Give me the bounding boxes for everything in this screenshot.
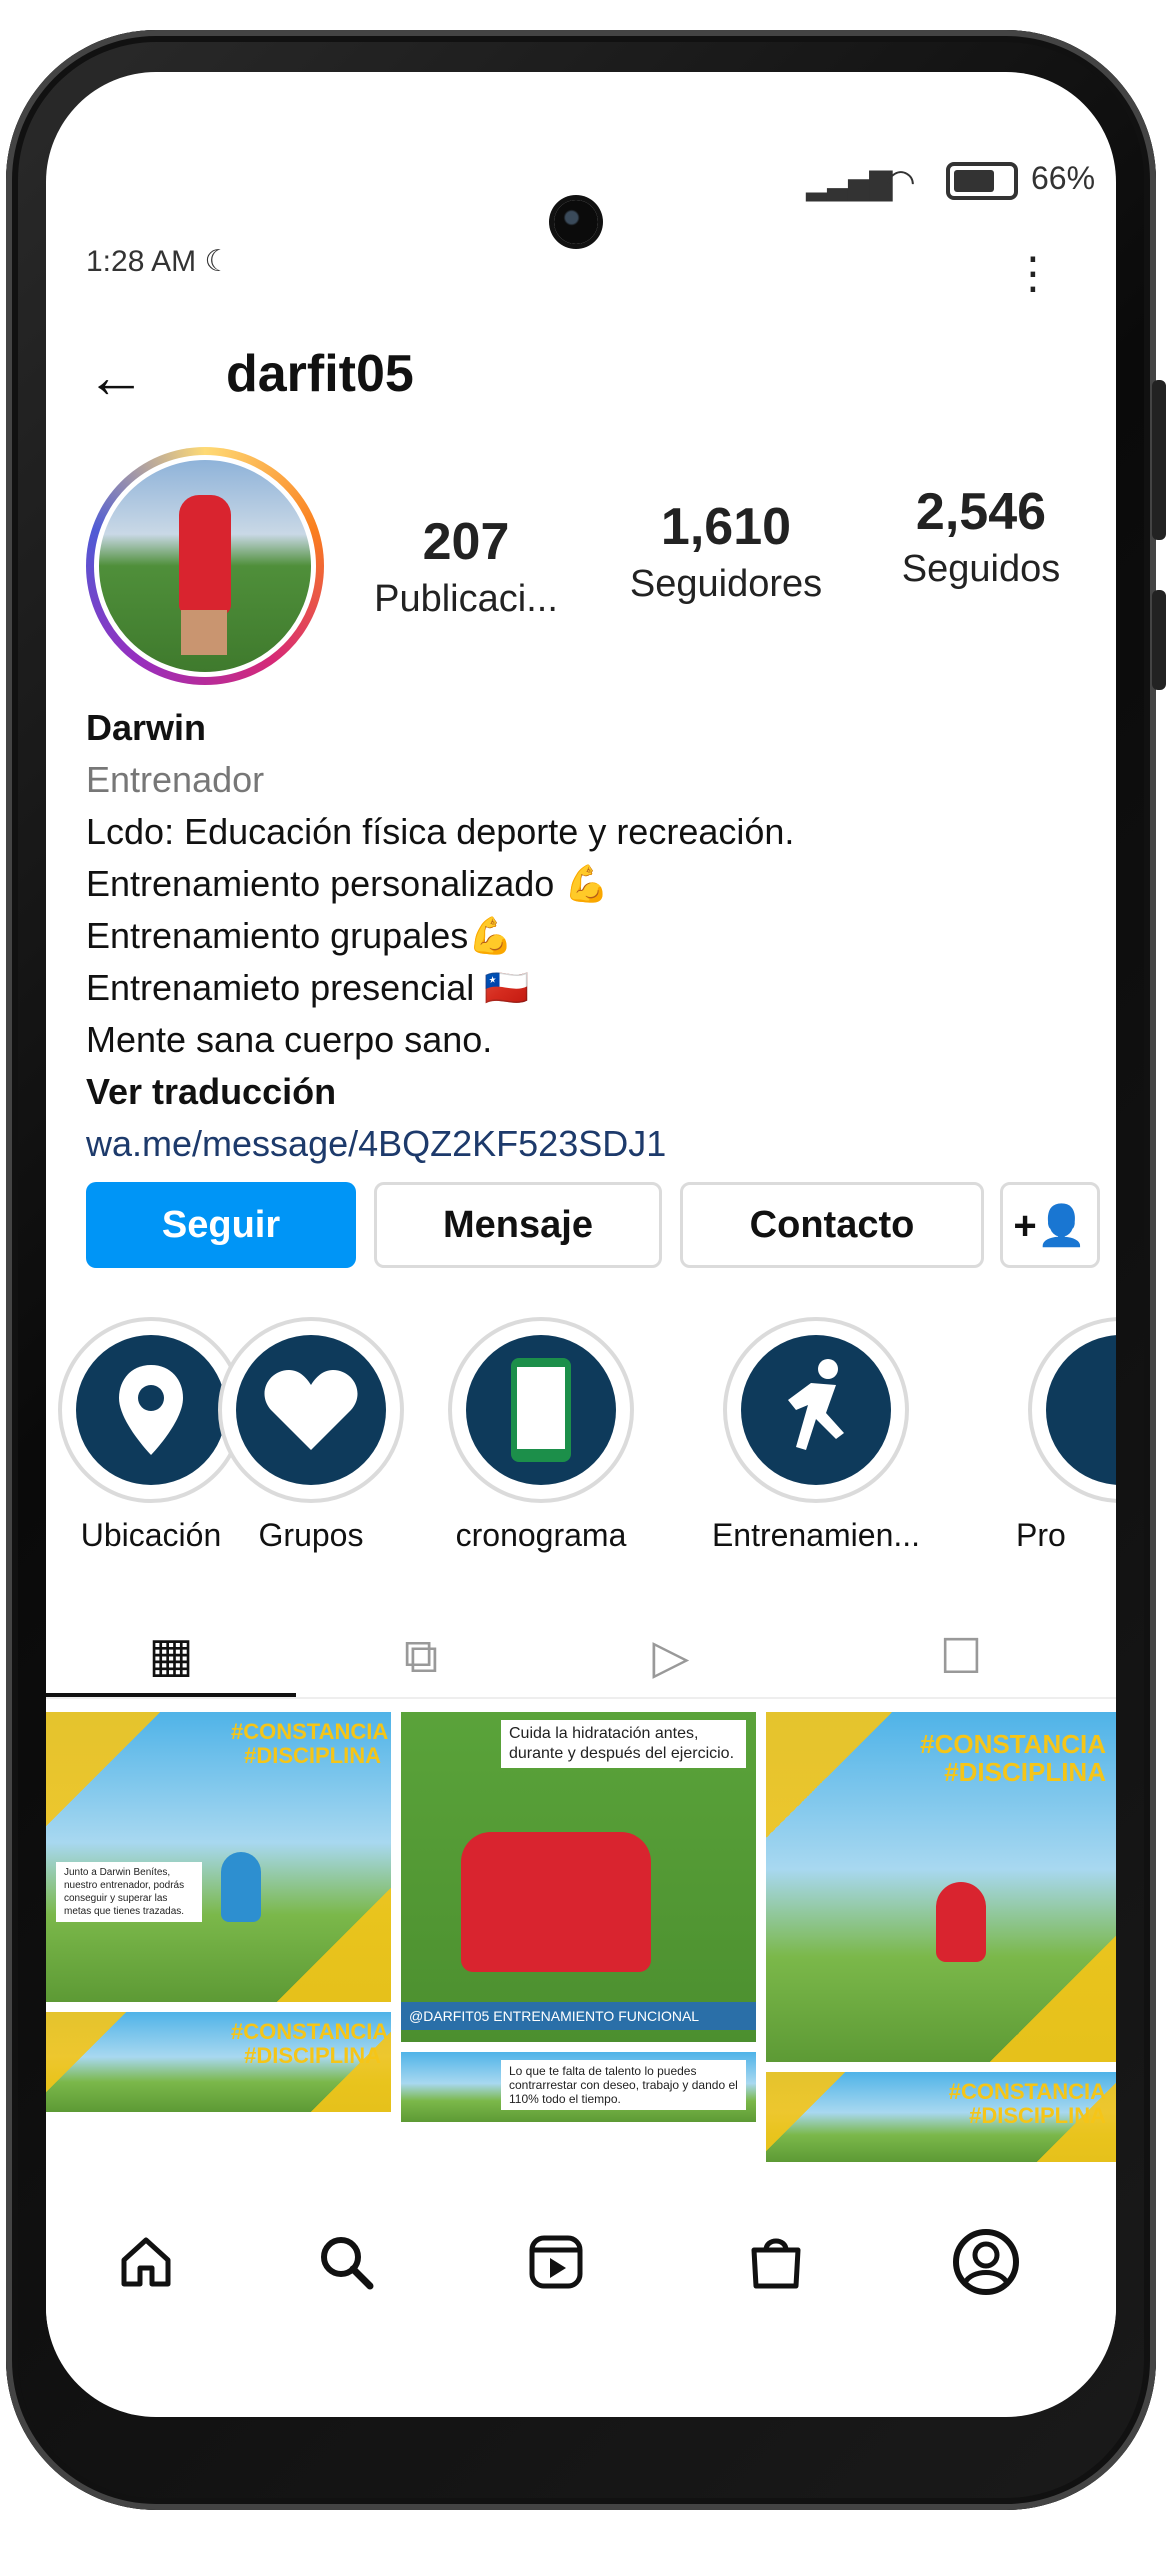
post-caption: Junto a Darwin Benítes, nuestro entrenad… [56, 1862, 202, 1922]
add-user-button[interactable]: +👤 [1000, 1182, 1100, 1268]
play-icon: ▷ [652, 1631, 690, 1684]
post-thumbnail[interactable]: #CONSTANCIA #DISCIPLINA [766, 2072, 1116, 2162]
highlight-cronograma[interactable]: cronograma [436, 1317, 646, 1554]
highlight-ring [448, 1317, 634, 1503]
stat-following-label: Seguidos [901, 548, 1061, 590]
highlight-ring [218, 1317, 404, 1503]
nav-shop[interactable] [716, 2222, 836, 2302]
stat-following-value: 2,546 [915, 483, 1047, 541]
battery-icon [946, 162, 1018, 200]
wifi-icon: ◠ [886, 163, 916, 201]
screen: 1:28 AM ☾ ▂▃▅▇ ◠ 66% ⋮ ← darfit05 207 Pu… [46, 72, 1116, 2417]
post-tag: #CONSTANCIA #DISCIPLINA [920, 1729, 1106, 1787]
action-bar: Seguir Mensaje Contacto +👤 [86, 1182, 1100, 1272]
stat-posts[interactable]: 207 Publicaci... [346, 512, 586, 621]
signal-icon: ▂▃▅▇ [806, 168, 892, 201]
grid-icon: ▦ [148, 1629, 194, 1682]
stat-followers[interactable]: 1,610 Seguidores [606, 497, 846, 606]
phone-icon [511, 1358, 571, 1462]
arrow-left-icon[interactable]: ← [86, 342, 146, 411]
nav-search[interactable] [286, 2222, 406, 2302]
posts-grid: #CONSTANCIA #DISCIPLINA Junto a Darwin B… [46, 1712, 1116, 2162]
volume-button [1152, 380, 1166, 540]
bottom-nav [46, 2197, 1116, 2327]
add-user-icon: +👤 [1013, 1203, 1087, 1248]
stat-followers-label: Seguidores [629, 563, 823, 605]
highlight-grupos[interactable]: Grupos [206, 1317, 416, 1554]
profile-icon [953, 2229, 1019, 2295]
post-person [221, 1852, 261, 1922]
post-tag: #CONSTANCIA #DISCIPLINA [231, 1719, 389, 1768]
avatar-photo [94, 455, 316, 677]
stat-posts-label: Publicaci... [374, 578, 558, 620]
home-icon [121, 2237, 171, 2287]
follow-button[interactable]: Seguir [86, 1182, 356, 1268]
post-tag: #CONSTANCIA #DISCIPLINA [948, 2079, 1106, 2128]
post-thumbnail[interactable]: #CONSTANCIA #DISCIPLINA Junto a Darwin B… [46, 1712, 391, 2002]
stat-following[interactable]: 2,546 Seguidos [861, 482, 1101, 591]
tab-tagged[interactable]: ☐ [836, 1617, 1086, 1697]
message-button[interactable]: Mensaje [374, 1182, 662, 1268]
status-time: 1:28 AM ☾ [86, 245, 232, 278]
highlight-label: Grupos [258, 1517, 364, 1553]
bio-link[interactable]: wa.me/message/4BQZ2KF523SDJ1 [86, 1118, 1086, 1170]
translate-link[interactable]: Ver traducción [86, 1066, 1086, 1118]
reels-icon [529, 2235, 583, 2289]
post-thumbnail[interactable]: Cuida la hidratación antes, durante y de… [401, 1712, 756, 2042]
avatar[interactable] [86, 447, 324, 685]
profile-category: Entrenador [86, 759, 265, 800]
search-icon [321, 2237, 374, 2290]
post-thumbnail[interactable]: #CONSTANCIA #DISCIPLINA [46, 2012, 391, 2112]
tagged-icon: ☐ [939, 1631, 983, 1684]
highlight-label: Pro [1016, 1517, 1066, 1553]
highlight-pro[interactable]: Pro [1016, 1317, 1116, 1554]
story-highlights: Ubicación Grupos cronograma Entrenamien.… [46, 1317, 1116, 1577]
profile-name: Darwin [86, 707, 207, 748]
tab-grid[interactable]: ▦ [46, 1617, 296, 1697]
power-button [1152, 590, 1166, 690]
person-figure [179, 495, 231, 615]
runner-icon [788, 1359, 844, 1450]
status-bar: 1:28 AM ☾ ▂▃▅▇ ◠ 66% [46, 72, 1116, 278]
bio-line: Entrenamieto presencial 🇨🇱 [86, 967, 530, 1008]
highlight-label: Entrenamien... [711, 1517, 921, 1553]
shop-icon [751, 2238, 801, 2289]
post-person [461, 1832, 651, 1972]
kebab-icon[interactable]: ⋮ [1011, 252, 1055, 296]
highlight-ring [723, 1317, 909, 1503]
nav-reels[interactable] [496, 2222, 616, 2302]
post-handle: @DARFIT05 ENTRENAMIENTO FUNCIONAL [401, 2002, 756, 2030]
battery-percent: 66% [1031, 160, 1096, 196]
post-thumbnail[interactable]: Lo que te falta de talento lo puedes con… [401, 2052, 756, 2122]
stat-posts-value: 207 [422, 513, 510, 571]
phone-frame: 1:28 AM ☾ ▂▃▅▇ ◠ 66% ⋮ ← darfit05 207 Pu… [6, 30, 1166, 2510]
highlight-ring [1028, 1317, 1116, 1503]
post-person [936, 1882, 986, 1962]
stat-followers-value: 1,610 [660, 498, 792, 556]
highlight-label: cronograma [455, 1517, 627, 1553]
username: darfit05 [226, 345, 414, 403]
nav-home[interactable] [86, 2222, 206, 2302]
person-legs [181, 610, 227, 655]
reels-icon: ⧉ [403, 1630, 439, 1683]
bio-line: Lcdo: Educación física deporte y recreac… [86, 811, 795, 852]
tab-reels[interactable]: ⧉ [296, 1617, 546, 1697]
bio-line: Entrenamiento personalizado 💪 [86, 863, 610, 904]
location-pin-icon [119, 1365, 183, 1455]
post-caption: Lo que te falta de talento lo puedes con… [501, 2060, 746, 2110]
post-caption: Cuida la hidratación antes, durante y de… [501, 1720, 746, 1768]
post-thumbnail[interactable]: #CONSTANCIA #DISCIPLINA [766, 1712, 1116, 2062]
profile-tabs: ▦ ⧉ ▷ ☐ [46, 1617, 1116, 1699]
post-tag: #CONSTANCIA #DISCIPLINA [231, 2019, 389, 2068]
bio-line: Entrenamiento grupales💪 [86, 915, 514, 956]
bio: Darwin Entrenador Lcdo: Educación física… [86, 702, 1086, 1170]
contact-button[interactable]: Contacto [680, 1182, 984, 1268]
nav-profile[interactable] [926, 2222, 1046, 2302]
profile-header: ← darfit05 [46, 322, 1116, 422]
tab-video[interactable]: ▷ [546, 1617, 796, 1697]
heart-icon [264, 1370, 358, 1450]
bio-line: Mente sana cuerpo sano. [86, 1019, 493, 1060]
highlight-entrenamiento[interactable]: Entrenamien... [686, 1317, 946, 1554]
